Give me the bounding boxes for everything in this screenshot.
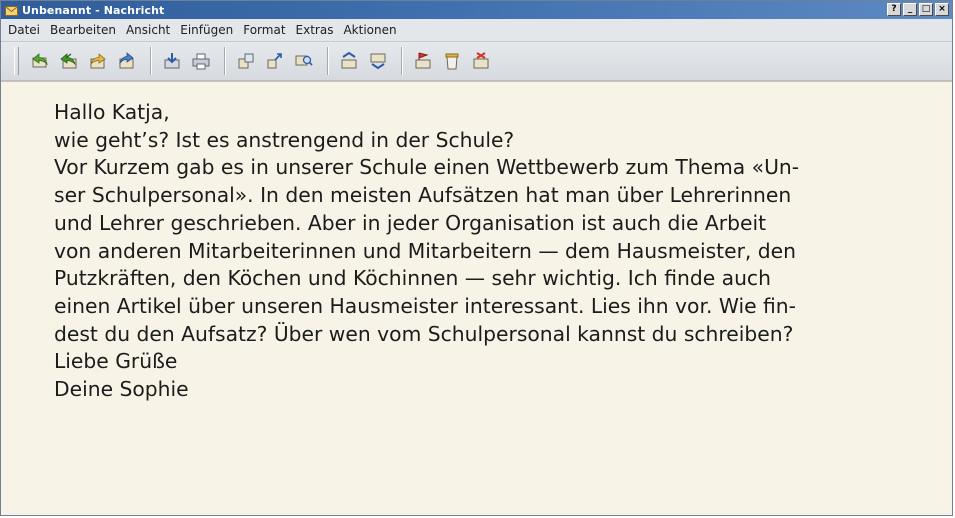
toolbar-group-organize: [233, 48, 320, 74]
envelope-icon: [4, 4, 18, 16]
menu-bearbeiten[interactable]: Bearbeiten: [47, 21, 123, 39]
toolbar-group-file: [159, 48, 217, 74]
message-line: von anderen Mitarbeiterinnen und Mitarbe…: [54, 238, 797, 263]
message-line: wie geht’s? Ist es anstrengend in der Sc…: [54, 127, 515, 152]
toolbar-group-actions: [410, 48, 497, 74]
print-icon[interactable]: [188, 48, 214, 74]
toolbar-grip[interactable]: [14, 47, 19, 75]
message-line: dest du den Aufsatz? Über wen vom Schulp…: [54, 321, 794, 346]
close-button[interactable]: ×: [935, 3, 949, 16]
minimize-button[interactable]: _: [903, 3, 917, 16]
copy-icon[interactable]: [262, 48, 288, 74]
previous-message-icon[interactable]: [336, 48, 362, 74]
message-line: und Lehrer geschrieben. Aber in jeder Or…: [54, 210, 767, 235]
menu-extras[interactable]: Extras: [293, 21, 341, 39]
save-icon[interactable]: [159, 48, 185, 74]
message-text: Hallo Katja, wie geht’s? Ist es anstreng…: [54, 99, 934, 404]
forward-icon[interactable]: [85, 48, 111, 74]
toolbar: [1, 41, 952, 81]
menu-bar: Datei Bearbeiten Ansicht Einfügen Format…: [1, 19, 952, 41]
message-line: Hallo Katja,: [54, 100, 170, 124]
message-line: Liebe Grüße: [54, 349, 178, 374]
message-body[interactable]: Hallo Katja, wie geht’s? Ist es anstreng…: [1, 81, 952, 515]
next-message-icon[interactable]: [365, 48, 391, 74]
reply-icon[interactable]: [27, 48, 53, 74]
title-bar[interactable]: Unbenannt - Nachricht ? _ □ ×: [1, 1, 952, 19]
delete-icon[interactable]: [439, 48, 465, 74]
move-icon[interactable]: [233, 48, 259, 74]
window-controls: ? _ □ ×: [887, 3, 949, 16]
mail-window: Unbenannt - Nachricht ? _ □ × Datei Bear…: [0, 0, 953, 516]
toolbar-separator: [401, 47, 403, 75]
find-icon[interactable]: [291, 48, 317, 74]
close-message-icon[interactable]: [468, 48, 494, 74]
reply-all-icon[interactable]: [56, 48, 82, 74]
menu-format[interactable]: Format: [240, 21, 292, 39]
flag-icon[interactable]: [410, 48, 436, 74]
message-line: Vor Kurzem gab es in unserer Schule eine…: [54, 155, 800, 180]
message-line: ser Schulpersonal». In den meisten Aufsä…: [54, 183, 792, 208]
window-title: Unbenannt - Nachricht: [22, 3, 165, 17]
toolbar-group-reply: [27, 48, 143, 74]
message-line: Putzkräften, den Köchen und Köchinnen — …: [54, 266, 771, 291]
toolbar-separator: [150, 47, 152, 75]
help-button[interactable]: ?: [887, 3, 901, 16]
maximize-button[interactable]: □: [919, 3, 933, 16]
message-line: Deine Sophie: [54, 377, 189, 402]
toolbar-separator: [224, 47, 226, 75]
toolbar-separator: [327, 47, 329, 75]
toolbar-group-navigate: [336, 48, 394, 74]
menu-einfuegen[interactable]: Einfügen: [177, 21, 240, 39]
forward-alt-icon[interactable]: [114, 48, 140, 74]
menu-ansicht[interactable]: Ansicht: [123, 21, 177, 39]
message-line: einen Artikel über unseren Hausmeister i…: [54, 293, 796, 318]
menu-datei[interactable]: Datei: [5, 21, 47, 39]
menu-aktionen[interactable]: Aktionen: [340, 21, 403, 39]
